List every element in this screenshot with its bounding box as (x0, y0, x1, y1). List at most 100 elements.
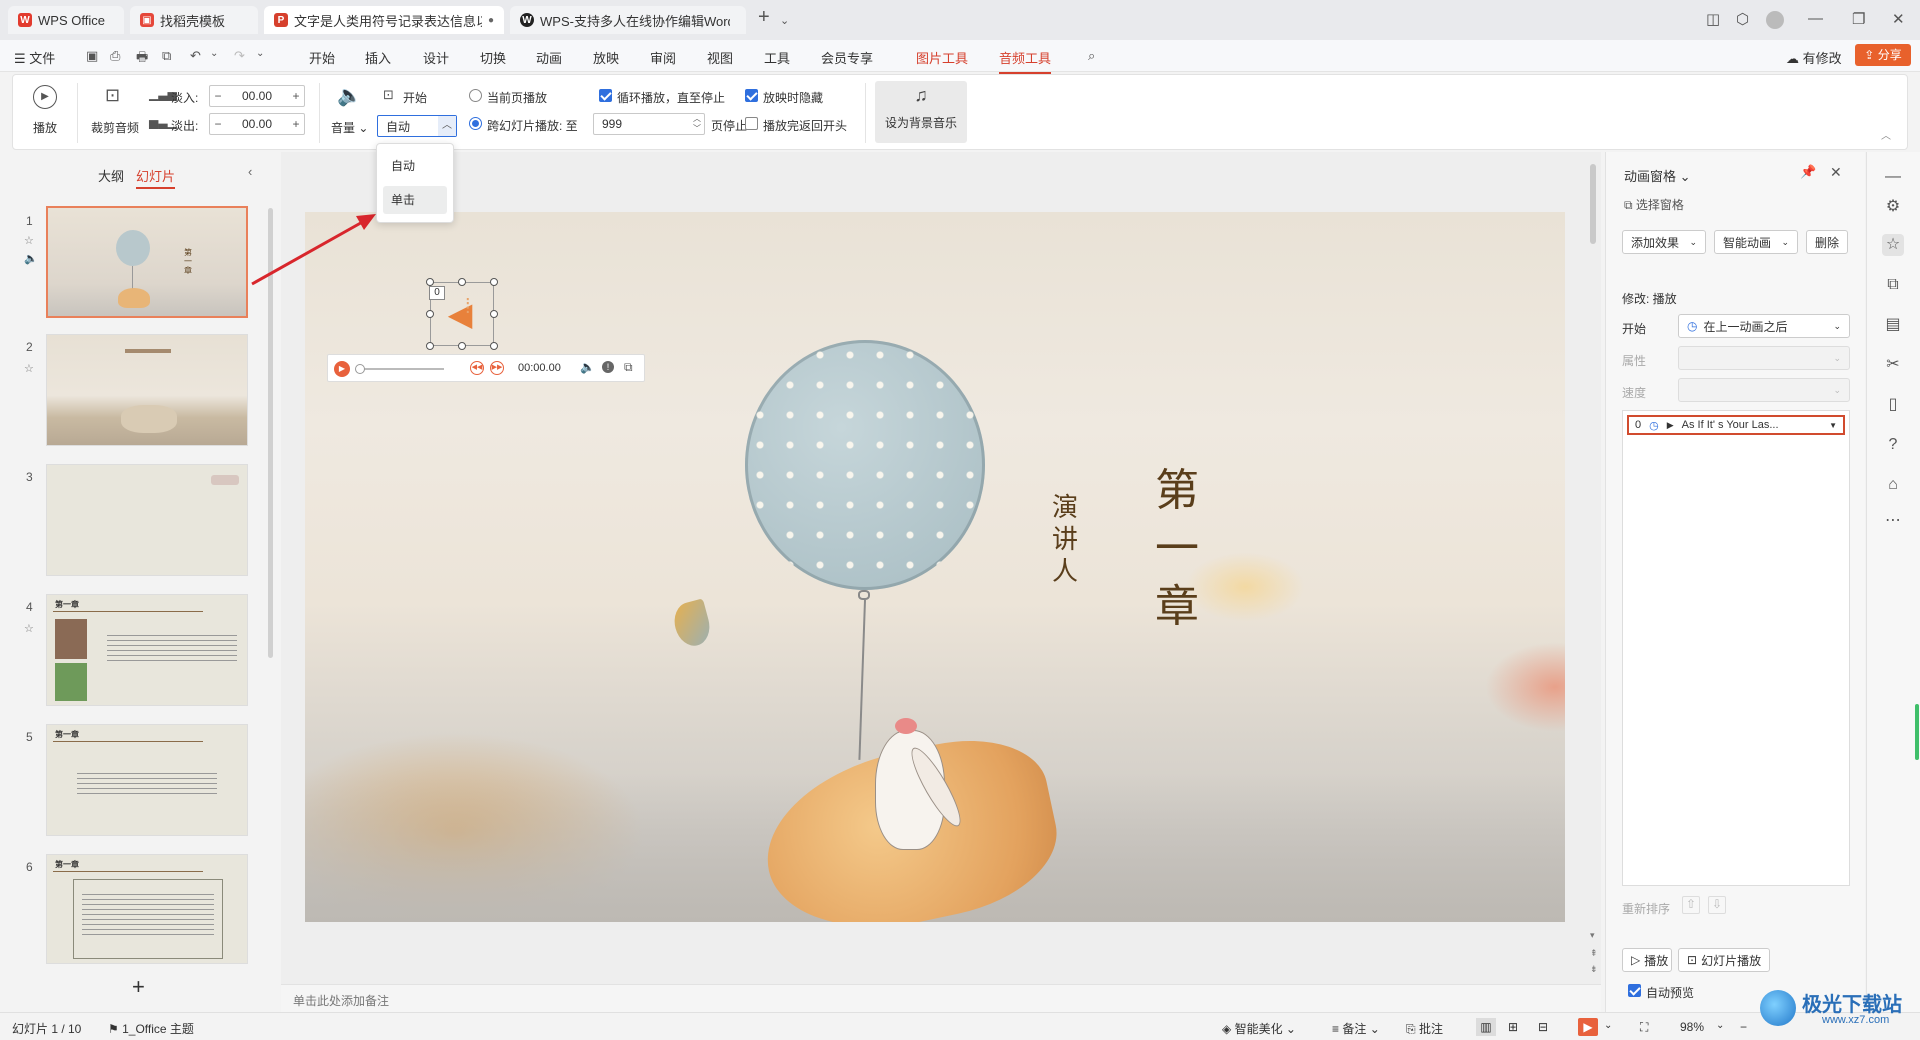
player-volume-icon[interactable]: 🔈 (580, 360, 595, 374)
new-tab-icon[interactable]: + (758, 6, 770, 29)
more-chevron-icon[interactable]: ⌄ (256, 48, 264, 59)
tab-wps-web[interactable]: W WPS-支持多人在线协作编辑Word、 (510, 6, 746, 34)
slideshow-options-chevron-icon[interactable]: ⌄ (1604, 1020, 1612, 1031)
player-info-icon[interactable]: ! (602, 361, 614, 373)
collapse-icon[interactable]: — (1882, 166, 1904, 188)
menu-transition[interactable]: 切换 (480, 48, 506, 67)
current-slide[interactable]: 第 一 章 演 讲 人 ◀ ⁞ 0 ▶ ◀◀ ▶▶ 00:00.00 🔈 ! ⧉ (305, 212, 1565, 922)
close-pane-icon[interactable]: ✕ (1830, 164, 1842, 181)
canvas-scrollbar[interactable] (1590, 164, 1596, 244)
undo-icon[interactable]: ↶ (190, 48, 201, 64)
tab-list-chevron-icon[interactable]: ⌄ (780, 14, 789, 27)
collapse-panel-icon[interactable]: ‹ (248, 164, 252, 179)
player-pin-icon[interactable]: ⧉ (624, 360, 633, 375)
has-changes-button[interactable]: ☁ 有修改 (1786, 48, 1842, 67)
rewind-checkbox[interactable] (745, 117, 758, 130)
menu-file[interactable]: ☰ 文件 (14, 48, 55, 67)
menu-animation[interactable]: 动画 (536, 48, 562, 67)
menu-audio-tools[interactable]: 音频工具 (999, 48, 1052, 74)
speaker-text[interactable]: 演 讲 人 (1047, 492, 1083, 588)
resize-handle[interactable] (490, 278, 498, 286)
cross-slide-radio[interactable] (469, 117, 482, 130)
increment-icon[interactable]: + (288, 117, 304, 131)
trim-audio-label[interactable]: 裁剪音频 (91, 119, 139, 136)
spinner-icon[interactable]: ︿ ﹀ (690, 114, 704, 134)
hide-when-playing-checkbox[interactable] (745, 89, 758, 102)
volume-button[interactable]: 音量 ⌄ (331, 119, 368, 136)
chart-icon[interactable]: ▤ (1882, 314, 1904, 336)
resize-handle[interactable] (458, 342, 466, 350)
fade-out-stepper[interactable]: − 00.00 + (209, 113, 305, 135)
forward-icon[interactable]: ▶▶ (490, 361, 504, 375)
smart-beautify-button[interactable]: ◈ 智能美化 ⌄ (1222, 1020, 1296, 1037)
collapse-ribbon-icon[interactable]: ︿ (1881, 127, 1891, 142)
adjust-icon[interactable]: ⚙ (1882, 196, 1904, 218)
more-icon[interactable]: ⋯ (1882, 510, 1904, 532)
anim-start-select[interactable]: ◷ 在上一动画之后 ⌄ (1678, 314, 1850, 338)
rewind-label[interactable]: 播放完返回开头 (763, 117, 847, 134)
audio-player-bar[interactable]: ▶ ◀◀ ▶▶ 00:00.00 🔈 ! ⧉ (327, 354, 645, 382)
loop-label[interactable]: 循环播放，直至停止 (617, 89, 725, 106)
menu-review[interactable]: 审阅 (650, 48, 676, 67)
property-select[interactable]: ⌄ (1678, 346, 1850, 370)
dropdown-option-click[interactable]: 单击 (383, 186, 447, 214)
player-progress-thumb[interactable] (355, 364, 365, 374)
menu-design[interactable]: 设计 (423, 48, 449, 67)
current-page-label[interactable]: 当前页播放 (487, 89, 547, 106)
cross-slide-stepper[interactable]: 999 ︿ ﹀ (593, 113, 705, 135)
scroll-down-icon[interactable]: ▾ (1590, 930, 1595, 941)
chevron-down-icon[interactable]: ▼ (1829, 421, 1837, 430)
menu-insert[interactable]: 插入 (365, 48, 391, 67)
select-pane-button[interactable]: ⧉ 选择窗格 (1624, 196, 1684, 213)
tab-current-ppt[interactable]: P 文字是人类用符号记录表达信息以 ● (264, 6, 504, 34)
cross-slide-value[interactable]: 999 (594, 117, 690, 131)
preview-icon[interactable]: ⧉ (162, 48, 171, 64)
fade-out-value[interactable]: 00.00 (226, 117, 288, 131)
unsaved-dot-icon[interactable]: ● (488, 15, 494, 26)
player-progress-track[interactable] (356, 368, 444, 370)
volume-icon[interactable]: 🔈 (337, 83, 362, 108)
animation-list-item[interactable]: 0 ◷ ▶ As If It' s Your Las... ▼ (1627, 415, 1845, 435)
menu-slideshow[interactable]: 放映 (593, 48, 619, 67)
decrement-icon[interactable]: − (210, 89, 226, 103)
rewind-icon[interactable]: ◀◀ (470, 361, 484, 375)
increment-icon[interactable]: + (288, 89, 304, 103)
slide-thumbnail-3[interactable] (46, 464, 248, 576)
tab-docer[interactable]: ▣ 找稻壳模板 (130, 6, 258, 34)
undo-dropdown-icon[interactable]: ⌄ (210, 48, 218, 59)
avatar[interactable] (1766, 11, 1784, 29)
tab-outline[interactable]: 大纲 (98, 166, 124, 185)
normal-view-icon[interactable]: ▥ (1476, 1018, 1496, 1036)
menu-view[interactable]: 视图 (707, 48, 733, 67)
sorter-view-icon[interactable]: ⊞ (1508, 1020, 1518, 1034)
export-icon[interactable]: ⎙ (110, 48, 120, 64)
set-bg-music-button[interactable]: ♫ 设为背景音乐 (875, 81, 967, 143)
book-icon[interactable]: ▯ (1882, 394, 1904, 416)
resize-handle[interactable] (490, 310, 498, 318)
resize-handle[interactable] (426, 342, 434, 350)
resize-handle[interactable] (426, 310, 434, 318)
decrement-icon[interactable]: − (210, 117, 226, 131)
comments-button[interactable]: ⎘ 批注 (1406, 1020, 1443, 1037)
copy-icon[interactable]: ⧉ (1882, 274, 1904, 296)
notes-toggle-button[interactable]: ≡ 备注 ⌄ (1332, 1020, 1380, 1037)
tab-wps-office[interactable]: W WPS Office (8, 6, 124, 34)
anim-pane-title[interactable]: 动画窗格 ⌄ (1624, 166, 1691, 185)
current-page-radio[interactable] (469, 89, 482, 102)
chevron-up-icon[interactable]: ︿ (438, 116, 456, 136)
anim-play-button[interactable]: ▷ 播放 (1622, 948, 1672, 972)
delete-button[interactable]: 删除 (1806, 230, 1848, 254)
close-icon[interactable]: ✕ (1892, 10, 1905, 28)
fade-in-stepper[interactable]: − 00.00 + (209, 85, 305, 107)
slide-thumbnail-5[interactable]: 第一章 (46, 724, 248, 836)
speed-select[interactable]: ⌄ (1678, 378, 1850, 402)
auto-preview-checkbox[interactable] (1628, 984, 1641, 997)
share-button[interactable]: ⇪ 分享 (1855, 44, 1911, 66)
tab-slides[interactable]: 幻灯片 (136, 166, 176, 189)
prev-slide-icon[interactable]: ⇞ (1590, 948, 1598, 959)
smart-animation-button[interactable]: 智能动画 ⌄ (1714, 230, 1798, 254)
loop-checkbox[interactable] (599, 89, 612, 102)
minimize-icon[interactable]: — (1808, 10, 1823, 27)
scroll-indicator[interactable] (1915, 704, 1919, 760)
menu-picture-tools[interactable]: 图片工具 (916, 48, 968, 67)
